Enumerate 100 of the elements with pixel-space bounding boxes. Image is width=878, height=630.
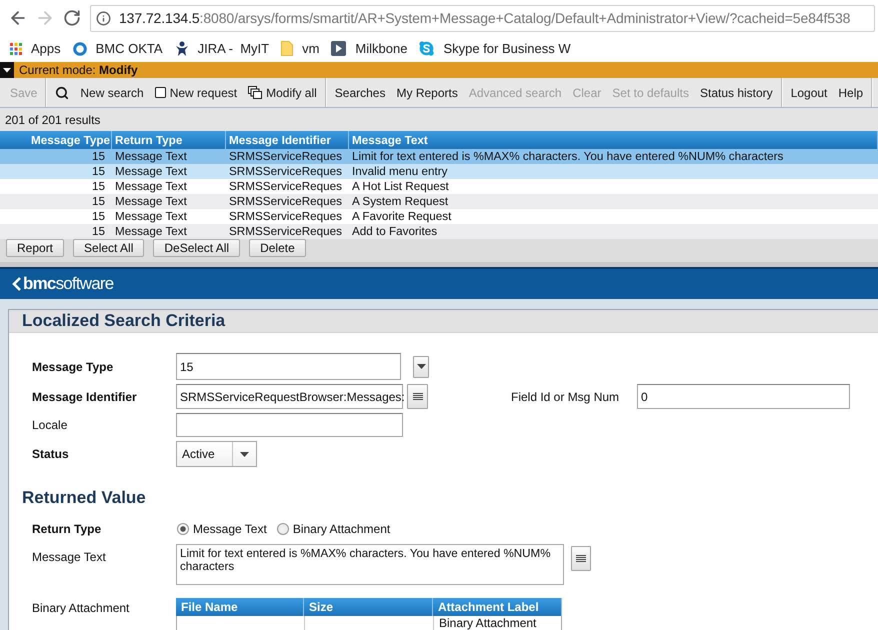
bookmark-link[interactable]: Skype for Business W [419, 41, 571, 56]
results-count: 201 of 201 results [5, 112, 100, 126]
column-header[interactable]: Return Type [112, 131, 226, 149]
status-select[interactable]: Active [176, 441, 257, 467]
bookmark-link[interactable]: Apps [10, 41, 61, 56]
section-heading: Returned Value [21, 487, 147, 508]
action-button[interactable]: Delete [249, 239, 306, 257]
action-button[interactable]: Report [6, 239, 64, 257]
radio-button[interactable] [177, 523, 189, 535]
menu-button[interactable] [571, 546, 591, 571]
table-cell-text: 15 [90, 194, 106, 209]
toolbar-button[interactable]: Searches [330, 82, 390, 104]
caret-icon [416, 364, 426, 369]
table-cell-text: 15 [90, 149, 106, 164]
toolbar-button[interactable]: Status history [694, 82, 778, 104]
table-cell-text: SRMSServiceReques [228, 194, 344, 209]
field-label: Field Id or Msg Num [511, 390, 620, 404]
field-label: Message Identifier [32, 390, 138, 404]
table-cell-text: Message Text [114, 149, 188, 164]
field-label: Return Type [32, 522, 102, 536]
caret-icon [240, 452, 249, 456]
radio-button[interactable] [276, 523, 289, 535]
toolbar-button[interactable]: My Reports [391, 82, 463, 104]
radio-label[interactable]: Binary Attachment [292, 522, 390, 536]
toolbar-button[interactable]: New search [75, 82, 149, 104]
bookmark-link[interactable]: JIRA - MyIT [174, 40, 270, 56]
windows-icon [248, 86, 262, 99]
search-icon [55, 86, 70, 100]
logo-text: bmcsoftware [23, 274, 114, 294]
table-cell-text: SRMSServiceReques [228, 179, 344, 194]
column-header[interactable]: Message Identifier [226, 131, 349, 149]
page-icon [154, 87, 166, 98]
action-button[interactable]: Select All [73, 239, 144, 257]
table-cell-text: 15 [90, 224, 106, 239]
input-field[interactable] [176, 413, 403, 437]
table-row[interactable]: Binary Attachment [176, 616, 562, 630]
apps-grid-icon [10, 42, 22, 54]
reload-icon [62, 9, 80, 27]
table-cell-text: Add to Favorites [351, 224, 438, 239]
play-icon [331, 41, 346, 56]
table-cell-text: Message Text [114, 224, 188, 239]
table-cell-text: A System Request [351, 194, 450, 209]
table-row[interactable]: 15 Message Text SRMSServiceReques Add to Favorites [0, 224, 878, 239]
radio-label[interactable]: Message Text [193, 522, 267, 536]
toolbar-button[interactable]: Modify all [243, 82, 322, 104]
url-text: 137.72.134.5:8080/arsys/forms/smartit/AR+System+Message+Catalog/Default+Administrator+View/?cacheid=5e84f538 [119, 10, 850, 26]
ring-icon [72, 42, 87, 56]
note-icon [281, 41, 294, 56]
table-cell-text: Message Text [114, 194, 188, 209]
field-label: Status [32, 447, 70, 461]
bookmark-link[interactable]: Milkbone [331, 41, 408, 56]
address-bar[interactable]: 137.72.134.5:8080/arsys/forms/smartit/AR+System+Message+Catalog/Default+Administrator+View/?cacheid=5e84f538 [90, 4, 875, 32]
info-icon [96, 10, 111, 26]
textarea-field[interactable]: Limit for text entered is %MAX% characters. You have entered %NUM% characters [176, 544, 564, 585]
column-header[interactable]: Attachment Label [433, 598, 562, 616]
table-cell-text: 15 [90, 179, 106, 194]
toolbar-button[interactable]: Help [833, 82, 868, 104]
field-label: Message Text [32, 550, 106, 564]
chevron-icon [12, 277, 21, 291]
table-row[interactable]: 15 Message Text SRMSServiceReques Limit for text entered is %MAX% characters. You have entered %NUM% characters [0, 149, 878, 164]
table-cell-text: 15 [90, 164, 106, 179]
column-header[interactable]: File Name [176, 598, 304, 616]
table-cell-text: 15 [90, 209, 106, 224]
table-cell-text: Message Text [114, 209, 188, 224]
field-label: Binary Attachment [32, 601, 130, 615]
input-field[interactable]: 0 [637, 384, 850, 409]
table-row[interactable]: 15 Message Text SRMSServiceReques Invalid menu entry [0, 164, 878, 179]
lines-icon [576, 554, 586, 562]
bookmark-link[interactable]: vm [281, 41, 320, 56]
mode-text: Current mode: Modify [19, 63, 138, 77]
dropdown-button[interactable] [413, 356, 429, 378]
lines-icon [412, 392, 422, 400]
table-cell-text: SRMSServiceReques [228, 209, 344, 224]
column-header[interactable]: Message Text [349, 131, 878, 149]
field-label: Message Type [32, 360, 114, 374]
table-cell-text: SRMSServiceReques [228, 149, 344, 164]
bookmark-link[interactable]: BMC OKTA [72, 41, 163, 56]
input-field[interactable]: SRMSServiceRequestBrowser:Messages: [176, 384, 403, 409]
bubble-icon [419, 41, 434, 56]
toolbar-button[interactable]: New request [150, 82, 242, 104]
column-header[interactable]: Size [304, 598, 433, 616]
table-cell-text: SRMSServiceReques [228, 164, 344, 179]
table-cell-text: Message Text [114, 164, 188, 179]
input-field[interactable]: 15 [176, 353, 401, 380]
table-cell-text: SRMSServiceReques [228, 224, 344, 239]
figure-icon [174, 40, 189, 56]
table-cell-text: Binary Attachment [438, 616, 538, 630]
action-button[interactable]: DeSelect All [153, 239, 240, 257]
table-cell-text: A Favorite Request [351, 209, 452, 224]
section-header: Localized Search Criteria [9, 310, 878, 333]
toolbar-button[interactable]: Logout [786, 82, 832, 104]
dropdown-caret-icon[interactable] [0, 62, 14, 78]
column-header[interactable]: Message Type [0, 131, 112, 149]
menu-button[interactable] [407, 384, 428, 409]
table-cell-text: Message Text [114, 179, 188, 194]
table-row[interactable]: 15 Message Text SRMSServiceReques A System Request [0, 194, 878, 209]
table-cell-text: Limit for text entered is %MAX% characters. You have entered %NUM% characters [351, 149, 784, 164]
table-cell-text: Invalid menu entry [351, 164, 448, 179]
field-label: Locale [32, 418, 68, 432]
table-cell-text: A Hot List Request [351, 179, 450, 194]
